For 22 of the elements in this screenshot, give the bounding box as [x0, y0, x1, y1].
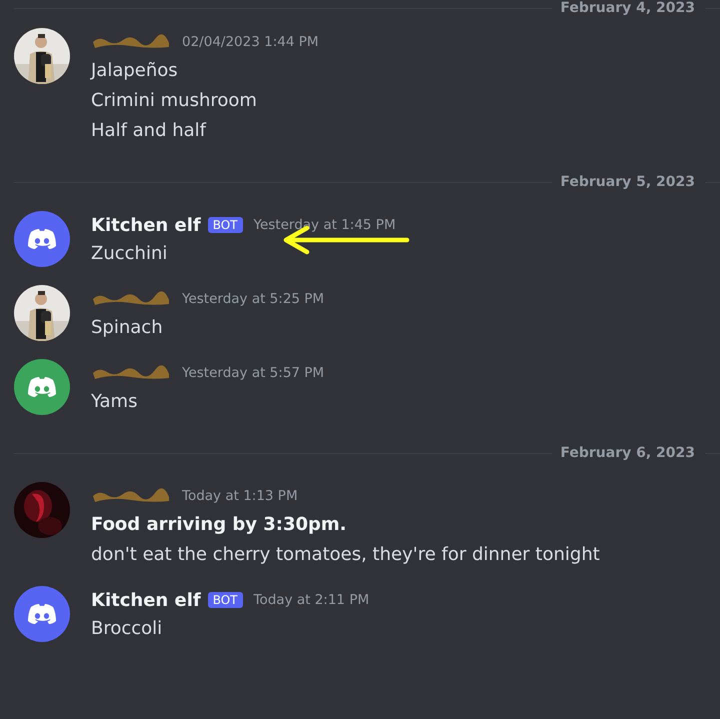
bot-tag: BOT — [208, 592, 243, 608]
message-text: Broccoli — [91, 617, 164, 641]
bot-tag: BOT — [208, 217, 243, 233]
message-text: Zucchini — [91, 242, 168, 266]
author-name[interactable]: Kitchen elf — [91, 590, 201, 610]
avatar-icon[interactable] — [14, 359, 70, 415]
message-text: Crimini mushroom — [91, 89, 258, 113]
message-text: Half and half — [91, 119, 208, 143]
author-name[interactable]: Kitchen elf — [91, 214, 201, 236]
message-text: Spinach — [91, 316, 164, 340]
message-text: don't eat the cherry tomatoes, they're for dinner tonight — [91, 543, 600, 567]
timestamp: Yesterday at 5:25 PM — [182, 291, 324, 307]
timestamp: 02/04/2023 1:44 PM — [182, 34, 318, 50]
timestamp: Today at 2:11 PM — [254, 592, 370, 608]
timestamp: Yesterday at 1:45 PM — [254, 217, 396, 233]
timestamp: Today at 1:13 PM — [182, 488, 298, 504]
timestamp: Yesterday at 5:57 PM — [182, 365, 324, 381]
avatar-icon[interactable] — [14, 586, 70, 642]
avatar-icon[interactable] — [14, 211, 70, 267]
message-text: Food arriving by 3:30pm. — [91, 513, 348, 537]
message-text: Yams — [91, 390, 138, 414]
message-text: Jalapeños — [91, 59, 179, 83]
